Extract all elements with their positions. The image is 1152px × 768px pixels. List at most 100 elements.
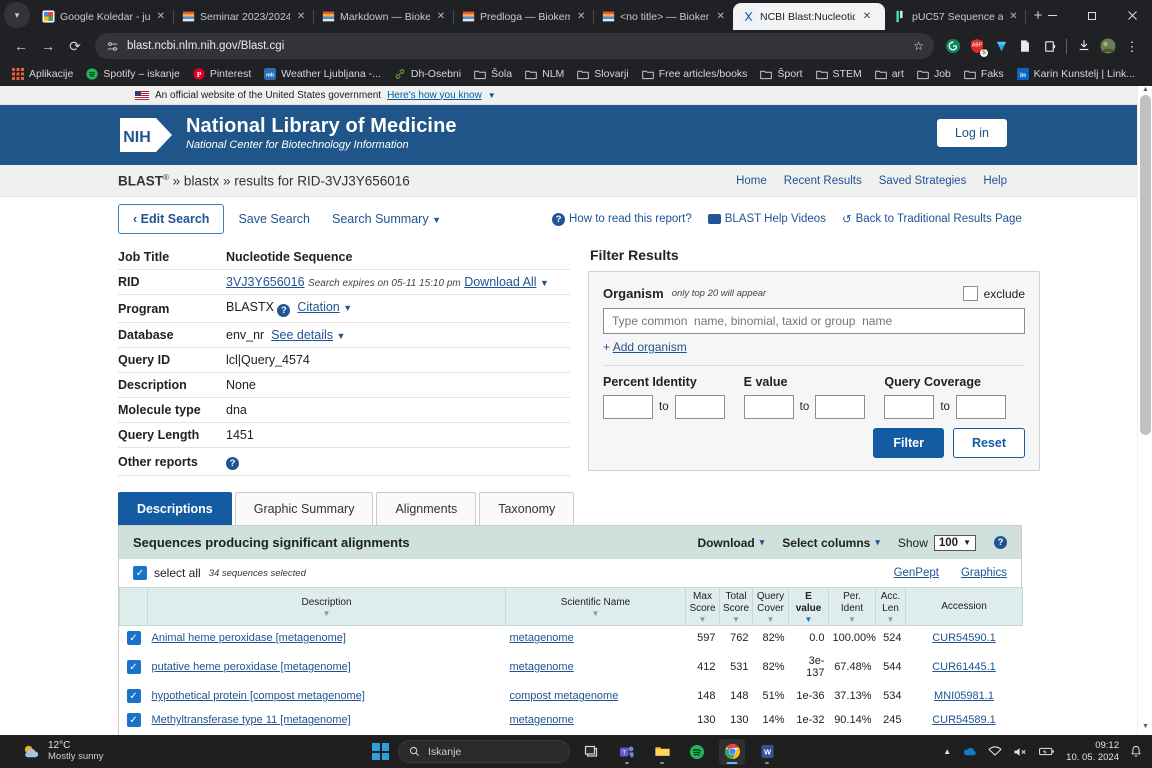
- browser-tab[interactable]: Google Koledar - junij ✕: [33, 3, 174, 30]
- bookmark-item[interactable]: art: [869, 66, 910, 82]
- bookmark-item[interactable]: P Pinterest: [187, 66, 257, 82]
- bookmark-item[interactable]: Faks: [958, 66, 1010, 82]
- accession-link[interactable]: CUR61445.1: [932, 661, 996, 673]
- sort-arrow-icon[interactable]: ▼: [508, 609, 683, 617]
- wifi-icon[interactable]: [988, 746, 1002, 757]
- select-all-checkbox[interactable]: ✓: [133, 566, 147, 580]
- how-you-know-link[interactable]: Here's how you know: [387, 90, 482, 101]
- column-header[interactable]: Scientific Name ▼: [505, 586, 686, 627]
- filter-button[interactable]: Filter: [873, 428, 944, 458]
- extensions-icon[interactable]: [1037, 34, 1061, 58]
- browser-tab[interactable]: Seminar 2023/2024 — ✕: [173, 3, 314, 30]
- tab-close-icon[interactable]: ✕: [295, 11, 307, 22]
- chevron-down-icon[interactable]: ▼: [540, 278, 549, 288]
- back-button[interactable]: ←: [8, 33, 34, 59]
- graphics-link[interactable]: Graphics: [961, 567, 1007, 579]
- breadcrumb-nav-link[interactable]: Saved Strategies: [879, 175, 967, 187]
- chevron-up-icon[interactable]: ▲: [943, 747, 951, 756]
- citation-link[interactable]: Citation: [297, 300, 339, 314]
- table-row[interactable]: ✓ Methyltransferase type 11 [metagenome] m…: [120, 708, 1023, 732]
- login-button[interactable]: Log in: [936, 119, 1007, 147]
- task-view-icon[interactable]: [579, 739, 605, 765]
- bookmark-item[interactable]: in Karin Kunstelj | Link...: [1011, 66, 1141, 82]
- sort-arrow-icon[interactable]: ▼: [150, 609, 503, 617]
- chevron-down-icon[interactable]: ▼: [488, 91, 496, 100]
- blast-help-videos-link[interactable]: BLAST Help Videos: [707, 213, 826, 225]
- search-summary-button[interactable]: Search Summary ▼: [332, 212, 441, 226]
- tab-close-icon[interactable]: ✕: [155, 11, 167, 22]
- see-details-link[interactable]: See details: [271, 328, 333, 342]
- gem-icon[interactable]: [989, 34, 1013, 58]
- scrollbar-thumb[interactable]: [1140, 95, 1151, 435]
- spotify-icon[interactable]: [684, 739, 710, 765]
- scientific-name-link[interactable]: metagenome: [510, 714, 574, 726]
- reset-button[interactable]: Reset: [952, 428, 1025, 458]
- table-row[interactable]: ✓ hypothetical protein [compost metagenom…: [120, 684, 1023, 708]
- sort-arrow-icon[interactable]: ▼: [878, 615, 903, 623]
- word-icon[interactable]: W: [754, 739, 780, 765]
- browser-tab[interactable]: <no title> — Biokemij ✕: [593, 3, 733, 30]
- description-link[interactable]: Animal heme peroxidase [metagenome]: [152, 632, 346, 644]
- description-link[interactable]: putative heme peroxidase [metagenome]: [152, 661, 351, 673]
- tab-close-icon[interactable]: ✕: [1008, 11, 1019, 22]
- bookmark-item[interactable]: Dh-Osebni: [388, 66, 467, 82]
- weather-widget[interactable]: 12°C Mostly sunny: [0, 740, 103, 763]
- battery-icon[interactable]: [1039, 746, 1055, 757]
- column-header[interactable]: Query Cover ▼: [752, 586, 789, 627]
- close-window-button[interactable]: [1112, 0, 1152, 30]
- column-header[interactable]: Description ▼: [147, 586, 506, 627]
- bookmark-item[interactable]: Šport: [754, 66, 808, 82]
- chevron-down-icon[interactable]: ▼: [337, 331, 346, 341]
- sort-arrow-icon[interactable]: ▼: [722, 615, 750, 623]
- bookmark-item[interactable]: mb Weather Ljubljana -...: [258, 66, 387, 82]
- description-link[interactable]: hypothetical protein [compost metagenome…: [152, 690, 365, 702]
- bookmark-item[interactable]: Free articles/books: [636, 66, 754, 82]
- menu-kebab-icon[interactable]: ⋮: [1120, 34, 1144, 58]
- add-organism-link[interactable]: + Add organism: [603, 340, 1025, 354]
- column-header[interactable]: Evalue ▼: [788, 586, 829, 627]
- sort-arrow-icon[interactable]: ▼: [831, 615, 873, 623]
- question-icon[interactable]: ?: [277, 304, 291, 317]
- maximize-button[interactable]: [1072, 0, 1112, 30]
- adblock-icon[interactable]: ABP 5: [965, 34, 989, 58]
- grammarly-icon[interactable]: [941, 34, 965, 58]
- bookmark-star-icon[interactable]: ☆: [913, 39, 924, 53]
- accession-link[interactable]: MNI05981.1: [934, 690, 994, 702]
- row-checkbox[interactable]: ✓: [126, 689, 141, 704]
- scroll-down-arrow-icon[interactable]: ▼: [1138, 723, 1152, 735]
- breadcrumb-nav-link[interactable]: Home: [736, 175, 767, 187]
- scientific-name-link[interactable]: metagenome: [510, 661, 574, 673]
- chevron-down-icon[interactable]: ▼: [343, 303, 352, 313]
- onedrive-icon[interactable]: [962, 746, 977, 757]
- edit-search-button[interactable]: ‹ Edit Search: [118, 204, 225, 234]
- browser-tab[interactable]: pUC57 Sequence and M ✕: [885, 3, 1026, 30]
- column-header[interactable]: Accession: [905, 586, 1023, 627]
- organism-input[interactable]: [603, 308, 1025, 334]
- how-to-read-report-link[interactable]: ? How to read this report?: [552, 212, 692, 226]
- download-icon[interactable]: [1072, 34, 1096, 58]
- profile-avatar-icon[interactable]: [1096, 34, 1120, 58]
- table-row[interactable]: ✓ Animal heme peroxidase [metagenome] meta…: [120, 626, 1023, 651]
- column-header[interactable]: Acc. Len ▼: [875, 586, 906, 627]
- reload-button[interactable]: ⟳: [62, 33, 88, 59]
- results-help-icon[interactable]: ?: [994, 536, 1007, 549]
- genpept-link[interactable]: GenPept: [894, 567, 939, 579]
- evalue-from-input[interactable]: [743, 395, 794, 419]
- page-document-icon[interactable]: [1013, 34, 1037, 58]
- breadcrumb-nav-link[interactable]: Recent Results: [784, 175, 862, 187]
- show-count-select[interactable]: 100 ▼: [933, 534, 976, 551]
- tab-alignments[interactable]: Alignments: [376, 492, 477, 525]
- tab-graphic-summary[interactable]: Graphic Summary: [234, 492, 374, 525]
- bell-icon[interactable]: [1130, 745, 1142, 758]
- bookmark-item[interactable]: Job: [911, 66, 957, 82]
- browser-tab[interactable]: Markdown — Biokemij ✕: [313, 3, 454, 30]
- tab-close-icon[interactable]: ✕: [714, 11, 727, 22]
- chrome-icon[interactable]: [719, 738, 745, 765]
- accession-link[interactable]: CUR54589.1: [932, 714, 996, 726]
- percent-identity-from-input[interactable]: [603, 395, 653, 419]
- breadcrumb-nav-link[interactable]: Help: [983, 175, 1007, 187]
- start-button[interactable]: [372, 743, 389, 760]
- question-icon[interactable]: ?: [226, 457, 239, 470]
- site-settings-icon[interactable]: [106, 40, 119, 53]
- query-coverage-to-input[interactable]: [955, 395, 1006, 419]
